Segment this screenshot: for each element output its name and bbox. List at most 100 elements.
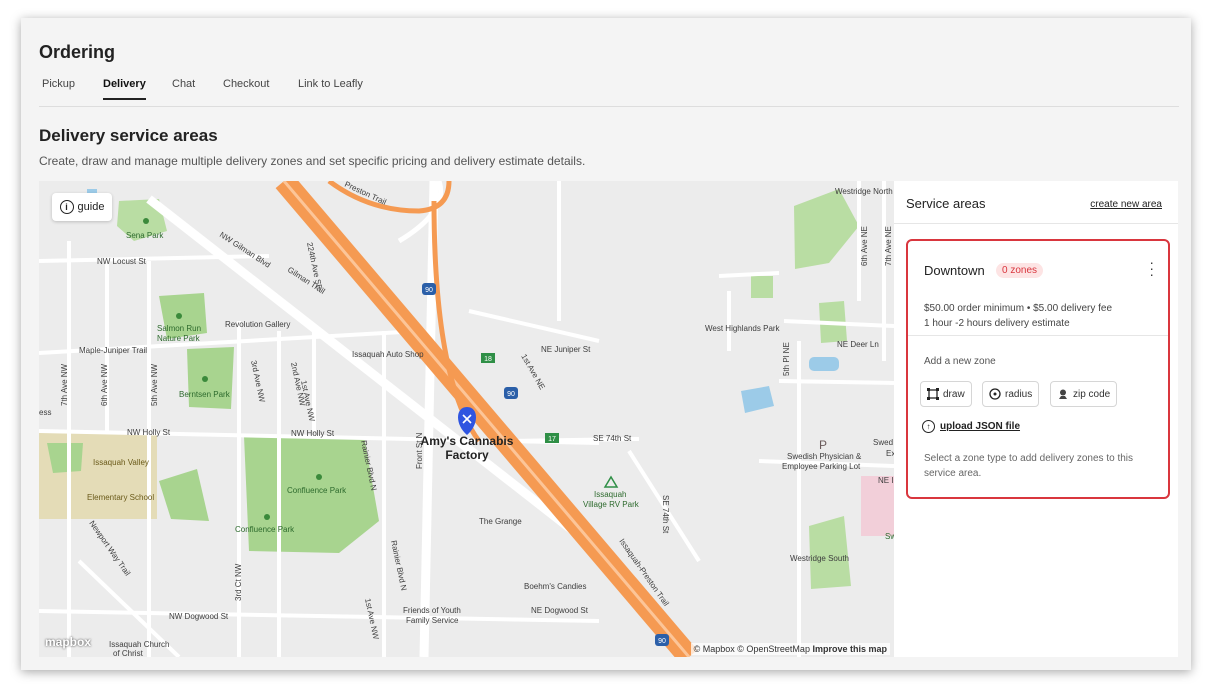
map-label: Employee Parking Lot [782,462,861,471]
map-label: 6th Ave NE [860,226,869,266]
map-label: Issaquah [594,490,626,499]
shield-label: 90 [425,287,433,294]
shield-label: 18 [484,356,492,363]
radius-zone-button[interactable]: radius [982,381,1040,407]
more-options-icon[interactable]: · · · [1149,255,1154,281]
guide-button[interactable]: i guide [52,193,112,221]
map-label: Swedish Physician & [787,452,862,461]
map-label: NW Holly St [127,428,171,437]
location-pin-icon [1059,389,1067,399]
section-description: Create, draw and manage multiple deliver… [39,154,586,168]
zone-hint-text: Select a zone type to add delivery zones… [924,453,1134,479]
map-label: Nature Park [157,334,201,343]
map-label: Friends of Youth [403,606,461,615]
map-label: Salmon Run [157,324,201,333]
map-label: SE 74th St [661,495,670,534]
marker-label: Amy's Cannabis [421,434,514,448]
map-label: 5th Pl NE [782,342,791,376]
pond-2 [809,357,839,371]
parking-icon: P [819,438,827,452]
add-zone-label: Add a new zone [924,356,996,367]
map-label: NW Locust St [97,257,147,266]
map-label: Boehm's Candies [524,582,586,591]
map-label: SE 74th St [593,434,632,443]
map-label: Issaquah Valley [93,458,149,467]
improve-map-link[interactable]: Improve this map [812,644,887,654]
map-label: NW Holly St [291,429,335,438]
park-westridge-south [809,516,851,589]
tab-link-to-leafly[interactable]: Link to Leafly [298,78,363,98]
map-label: Revolution Gallery [225,320,290,329]
draw-zone-button[interactable]: draw [920,381,972,407]
map-label: Ex [886,449,894,458]
radius-label: radius [1005,388,1033,400]
map-label: Swed [873,438,893,447]
map-label: Berntsen Park [179,390,231,399]
upload-icon: ↑ [922,420,935,433]
zone-details: $50.00 order minimum • $5.00 delivery fe… [924,301,1112,331]
service-area-card: Downtown 0 zones · · · $50.00 order minimu… [906,239,1170,499]
map-label: Family Service [406,616,459,625]
info-icon: i [59,200,74,214]
app-window: Ordering Pickup Delivery Chat Checkout L… [21,18,1191,670]
guide-label: guide [77,201,105,213]
map-label: NE Juniper St [541,345,591,354]
zone-pricing: $50.00 order minimum • $5.00 delivery fe… [924,303,1113,314]
map-label: NE Deer Ln [837,340,879,349]
zone-estimate: 1 hour -2 hours delivery estimate [924,318,1070,329]
map-label: 6th Ave NW [100,363,109,406]
tab-chat[interactable]: Chat [172,78,195,98]
tab-checkout[interactable]: Checkout [223,78,269,98]
map-label: Issaquah Auto Shop [352,350,424,359]
map-label: Village RV Park [583,500,640,509]
draw-icon [927,388,939,400]
map-attribution: © Mapbox © OpenStreetMap Improve this ma… [690,643,890,655]
shield-label: 90 [507,391,515,398]
map-label: The Grange [479,517,522,526]
map-label: NE I [878,476,894,485]
draw-label: draw [943,388,965,400]
map-canvas[interactable]: 90 90 90 18 17 Sena Park NW Locust St NW… [39,181,894,657]
page-title: Ordering [39,42,116,62]
radius-icon [989,388,1001,400]
upload-json-link[interactable]: ↑ upload JSON file [922,420,1020,433]
marker-label: Factory [445,448,489,462]
service-areas-panel: Service areas create new area Downtown 0… [894,181,1178,657]
map-label: 7th Ave NW [60,363,69,406]
map-label: Sw [885,532,894,541]
shield-label: 90 [658,638,666,645]
map-label: NE Dogwood St [531,606,589,615]
map-label: Westridge South [790,554,849,563]
mapbox-logo[interactable]: mapbox [45,635,91,649]
upload-label: upload JSON file [940,421,1021,432]
zip-code-label: zip code [1073,388,1111,400]
map-label: 7th Ave NE [884,226,893,266]
map-label: West Highlands Park [705,324,781,333]
map-label: of Christ [113,649,144,657]
map-label: 3rd Ct NW [234,563,243,601]
map-label: NW Dogwood St [169,612,229,621]
zone-name: Downtown [924,263,985,278]
delivery-map[interactable]: 90 90 90 18 17 Sena Park NW Locust St NW… [39,181,894,657]
shield-label: 17 [548,436,556,443]
attribution-text: © Mapbox © OpenStreetMap [693,644,810,654]
park-berntsen [187,347,234,409]
map-label: Elementary School [87,493,154,502]
section-title: Delivery service areas [39,126,218,145]
map-label: 5th Ave NW [150,363,159,406]
tab-delivery[interactable]: Delivery [103,78,146,100]
panel-title: Service areas [906,196,986,211]
map-label: Issaquah Church [109,640,169,649]
card-divider [908,335,1168,336]
tab-pickup[interactable]: Pickup [42,78,75,98]
panel-header: Service areas create new area [894,181,1178,224]
map-label: Sena Park [126,231,164,240]
zone-count-badge: 0 zones [996,263,1044,278]
map-label: ess [39,408,51,417]
tab-bar: Pickup Delivery Chat Checkout Link to Le… [39,78,1179,107]
hospital-area [861,476,894,536]
create-new-area-link[interactable]: create new area [1090,199,1162,210]
map-label: Confluence Park [235,525,295,534]
zip-code-zone-button[interactable]: zip code [1050,381,1118,407]
map-label: Maple-Juniper Trail [79,346,147,355]
